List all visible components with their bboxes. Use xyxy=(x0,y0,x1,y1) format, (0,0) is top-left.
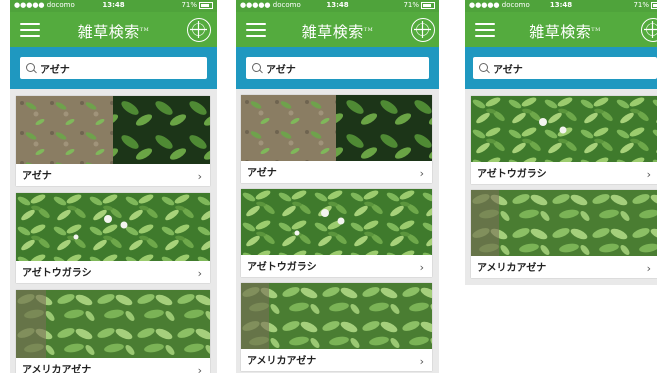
battery-percent: 71% xyxy=(403,1,419,9)
result-name: アゼナ xyxy=(247,168,277,179)
app-title: 雑草検索TM xyxy=(77,23,150,41)
status-bar: ●●●●● docomo 13:48 71% xyxy=(10,0,217,12)
search-icon xyxy=(252,63,261,72)
battery-percent: 71% xyxy=(633,1,649,9)
result-card[interactable]: アゼトウガラシ › xyxy=(241,189,432,277)
weed-photo xyxy=(241,189,432,255)
chevron-right-icon: › xyxy=(197,170,202,183)
phone-screen-1: ●●●●● docomo 13:48 71% 雑草検索TM アゼナ アゼナ › … xyxy=(10,0,217,373)
bayer-logo-icon[interactable] xyxy=(641,18,657,42)
result-card[interactable]: アメリカアゼナ › xyxy=(16,290,210,373)
result-card[interactable]: アゼナ › xyxy=(241,95,432,183)
battery-indicator: 71% xyxy=(181,1,213,9)
chevron-right-icon: › xyxy=(646,262,651,275)
search-input[interactable]: アゼナ xyxy=(246,57,429,79)
search-query: アゼナ xyxy=(40,65,70,76)
chevron-right-icon: › xyxy=(197,267,202,280)
search-input[interactable]: アゼナ xyxy=(20,57,207,79)
status-bar: ●●●●● docomo 13:48 71% xyxy=(465,0,657,12)
weed-photo xyxy=(16,290,210,358)
chevron-right-icon: › xyxy=(419,261,424,274)
app-title: 雑草検索TM xyxy=(301,23,374,41)
bayer-logo-icon[interactable] xyxy=(411,18,435,42)
phone-screen-3: ●●●●● docomo 13:48 71% 雑草検索TM アゼナ アゼトウガラ… xyxy=(465,0,657,285)
result-card[interactable]: アゼトウガラシ › xyxy=(471,96,657,184)
search-query: アゼナ xyxy=(493,65,523,76)
battery-icon xyxy=(651,1,657,9)
search-icon xyxy=(479,63,488,72)
search-bar: アゼナ xyxy=(465,47,657,89)
weed-photo xyxy=(471,190,657,256)
result-card[interactable]: アメリカアゼナ › xyxy=(471,190,657,278)
battery-indicator: 71% xyxy=(633,1,657,9)
result-card[interactable]: アゼナ › xyxy=(16,96,210,186)
result-name: アゼナ xyxy=(22,171,52,182)
nav-bar: 雑草検索TM xyxy=(10,12,217,47)
battery-icon xyxy=(199,1,213,9)
search-bar: アゼナ xyxy=(10,47,217,89)
chevron-right-icon: › xyxy=(419,355,424,368)
search-bar: アゼナ xyxy=(236,47,439,89)
weed-photo xyxy=(241,95,432,161)
nav-bar: 雑草検索TM xyxy=(236,12,439,47)
result-name: アメリカアゼナ xyxy=(22,365,92,373)
battery-icon xyxy=(421,1,435,9)
result-name: アゼトウガラシ xyxy=(477,169,547,180)
weed-photo xyxy=(471,96,657,162)
chevron-right-icon: › xyxy=(419,167,424,180)
weed-photo xyxy=(16,193,210,261)
search-icon xyxy=(26,63,35,72)
nav-bar: 雑草検索TM xyxy=(465,12,657,47)
clock: 13:48 xyxy=(549,1,573,9)
result-name: アゼトウガラシ xyxy=(247,262,317,273)
result-name: アゼトウガラシ xyxy=(22,268,92,279)
result-name: アメリカアゼナ xyxy=(477,263,547,274)
battery-indicator: 71% xyxy=(403,1,435,9)
battery-percent: 71% xyxy=(181,1,197,9)
chevron-right-icon: › xyxy=(646,168,651,181)
search-query: アゼナ xyxy=(266,65,296,76)
app-title: 雑草検索TM xyxy=(529,23,601,41)
result-card[interactable]: アゼトウガラシ › xyxy=(16,193,210,283)
weed-photo xyxy=(16,96,210,164)
result-name: アメリカアゼナ xyxy=(247,356,317,367)
bayer-logo-icon[interactable] xyxy=(187,18,211,42)
result-card[interactable]: アメリカアゼナ › xyxy=(241,283,432,371)
search-input[interactable]: アゼナ xyxy=(473,57,657,79)
weed-photo xyxy=(241,283,432,349)
chevron-right-icon: › xyxy=(197,364,202,373)
status-bar: ●●●●● docomo 13:48 71% xyxy=(236,0,439,12)
phone-screen-2: ●●●●● docomo 13:48 71% 雑草検索TM アゼナ アゼナ › … xyxy=(236,0,439,373)
